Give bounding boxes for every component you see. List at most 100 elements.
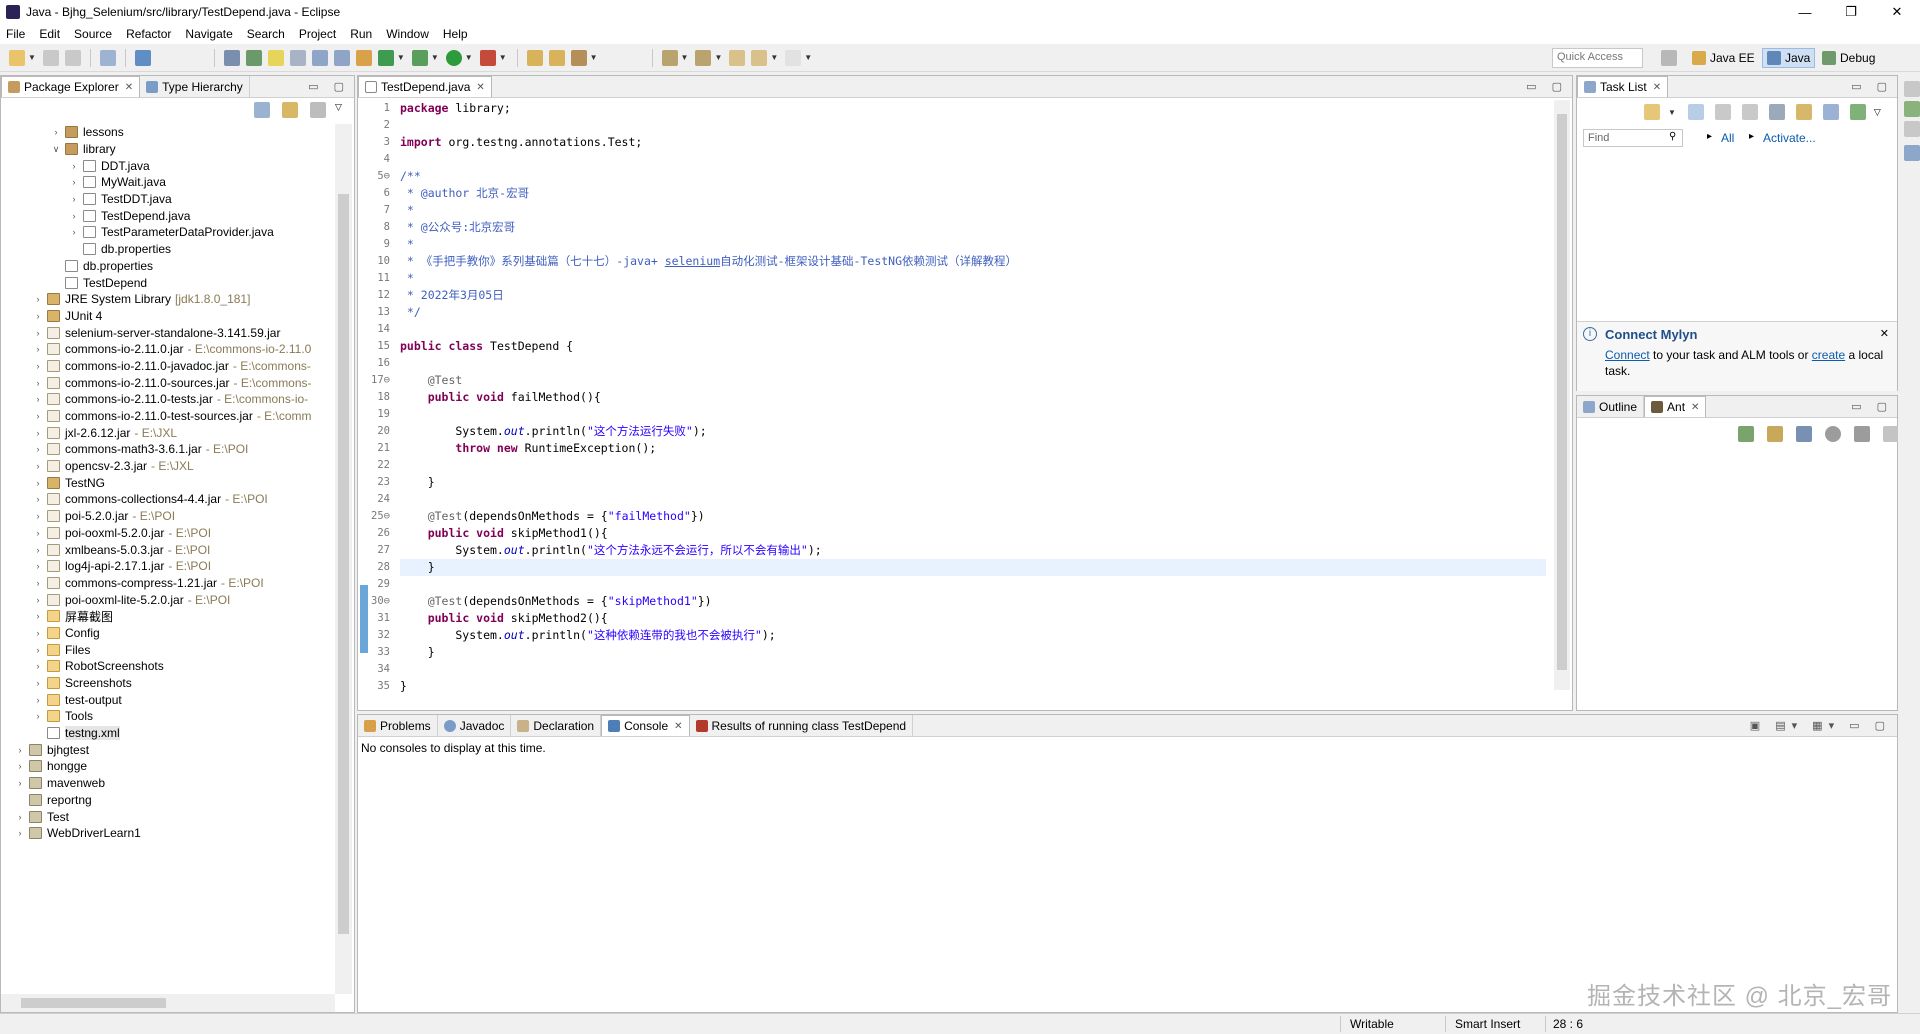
code-line[interactable]: package library; [400, 100, 1546, 117]
word-wrap-icon[interactable] [289, 49, 306, 66]
minimized-view-icon[interactable] [1904, 121, 1920, 137]
tree-item[interactable]: TestDepend [1, 274, 335, 291]
code-line[interactable] [400, 457, 1546, 474]
link-editor-icon[interactable] [282, 102, 298, 118]
menu-run[interactable]: Run [350, 27, 372, 41]
new-package-icon[interactable] [355, 49, 372, 66]
tree-item[interactable]: › lessons [1, 124, 335, 141]
scrollbar-thumb[interactable] [1557, 114, 1567, 670]
tree-item[interactable]: › Screenshots [1, 675, 335, 692]
code-line[interactable]: * [400, 270, 1546, 287]
chevron-down-icon[interactable]: ▼ [714, 53, 722, 62]
tab-task-list[interactable]: Task List ✕ [1577, 76, 1669, 97]
open-console-icon[interactable] [134, 49, 151, 66]
close-icon[interactable]: ✕ [476, 82, 484, 93]
tab-testng-results[interactable]: Results of running class TestDepend [690, 715, 914, 736]
save-icon[interactable] [42, 49, 59, 66]
expand-arrow-icon[interactable]: › [69, 211, 79, 221]
menu-edit[interactable]: Edit [39, 27, 60, 41]
menu-project[interactable]: Project [299, 27, 336, 41]
activate-link[interactable]: Activate... [1763, 131, 1816, 145]
code-line[interactable]: System.out.println("这个方法永远不会运行，所以不会有输出")… [400, 542, 1546, 559]
code-line[interactable] [400, 321, 1546, 338]
tree-item[interactable]: › commons-io-2.11.0-sources.jar - E:\commo… [1, 374, 335, 391]
search-icon[interactable] [570, 49, 587, 66]
code-line[interactable]: * @author 北京-宏哥 [400, 185, 1546, 202]
expand-arrow-icon[interactable]: › [15, 745, 25, 755]
expand-arrow-icon[interactable]: › [33, 628, 43, 638]
tree-item[interactable]: › commons-math3-3.6.1.jar - E:\POI [1, 441, 335, 458]
expand-arrow-icon[interactable]: › [33, 461, 43, 471]
tree-item[interactable]: › Files [1, 641, 335, 658]
tree-item[interactable]: › DDT.java [1, 157, 335, 174]
tab-ant[interactable]: Ant ✕ [1644, 396, 1707, 417]
tree-item[interactable]: › poi-ooxml-5.2.0.jar - E:\POI [1, 525, 335, 542]
close-icon[interactable]: ✕ [125, 82, 133, 93]
tab-javadoc[interactable]: Javadoc [438, 715, 512, 736]
tree-item[interactable]: › Test [1, 808, 335, 825]
perspective-java[interactable]: Java [1762, 48, 1816, 68]
search-icon[interactable]: ⚲ [1669, 131, 1676, 142]
open-type-icon[interactable] [526, 49, 543, 66]
tree-item[interactable]: › bjhgtest [1, 741, 335, 758]
expand-arrow-icon[interactable]: › [33, 478, 43, 488]
code-line[interactable] [400, 117, 1546, 134]
expand-arrow-icon[interactable]: › [33, 494, 43, 504]
expand-arrow-icon[interactable]: › [33, 578, 43, 588]
expand-arrow-icon[interactable]: › [33, 645, 43, 655]
expand-arrow-icon[interactable]: › [33, 595, 43, 605]
tab-problems[interactable]: Problems [358, 715, 438, 736]
chevron-down-icon[interactable]: ▼ [681, 53, 689, 62]
print-icon[interactable] [99, 49, 116, 66]
back-icon[interactable] [751, 49, 768, 66]
create-link[interactable]: create [1812, 348, 1845, 362]
code-line[interactable] [400, 406, 1546, 423]
code-line[interactable] [400, 355, 1546, 372]
tree-item[interactable]: › test-output [1, 691, 335, 708]
tree-item[interactable]: › 屏幕截图 [1, 608, 335, 625]
menu-refactor[interactable]: Refactor [126, 27, 171, 41]
restore-icon[interactable] [1904, 81, 1920, 97]
menu-window[interactable]: Window [386, 27, 429, 41]
collapse-all-icon[interactable] [254, 102, 270, 118]
expand-arrow-icon[interactable]: › [33, 545, 43, 555]
code-line[interactable]: public void failMethod(){ [400, 389, 1546, 406]
view-minmax-icons[interactable]: ▭ ▢ [1851, 80, 1893, 93]
menu-source[interactable]: Source [74, 27, 112, 41]
expand-arrow-icon[interactable]: › [15, 778, 25, 788]
filter-icon[interactable] [1768, 104, 1785, 120]
expand-arrow-icon[interactable]: › [33, 511, 43, 521]
tree-item[interactable]: › TestNG [1, 474, 335, 491]
view-menu-icon[interactable]: ▽ [1874, 107, 1881, 118]
code-line[interactable]: } [400, 559, 1546, 576]
tree-item[interactable]: db.properties [1, 258, 335, 275]
code-line[interactable]: * 《手把手教你》系列基础篇（七十七）-java+ selenium自动化测试-… [400, 253, 1546, 270]
expand-arrow-icon[interactable]: › [15, 812, 25, 822]
chevron-down-icon[interactable]: ▼ [499, 53, 507, 62]
open-task-icon[interactable] [548, 49, 565, 66]
code-line[interactable] [400, 661, 1546, 678]
tree-item[interactable]: › mavenweb [1, 775, 335, 792]
mark-occurrences-icon[interactable] [267, 49, 284, 66]
tab-type-hierarchy[interactable]: Type Hierarchy [140, 76, 250, 97]
code-line[interactable]: @Test [400, 372, 1546, 389]
code-line[interactable]: */ [400, 304, 1546, 321]
tab-testdepend-java[interactable]: TestDepend.java ✕ [358, 76, 492, 97]
expand-arrow-icon[interactable]: › [69, 194, 79, 204]
tree-item[interactable]: › TestDDT.java [1, 191, 335, 208]
close-button[interactable]: ✕ [1874, 0, 1920, 24]
hscrollbar-thumb[interactable] [21, 998, 166, 1008]
editor-scrollbar[interactable] [1554, 100, 1570, 690]
perspective-java-ee[interactable]: Java EE [1688, 48, 1759, 68]
package-tree-hscrollbar[interactable] [1, 994, 335, 1012]
show-whitespace-icon[interactable] [333, 49, 350, 66]
tree-item[interactable]: › commons-collections4-4.4.jar - E:\POI [1, 491, 335, 508]
tab-console[interactable]: Console ✕ [601, 715, 690, 736]
tab-declaration[interactable]: Declaration [511, 715, 602, 736]
tree-item[interactable]: › xmlbeans-5.0.3.jar - E:\POI [1, 541, 335, 558]
open-perspective-icon[interactable] [1661, 50, 1677, 66]
tree-item[interactable]: › poi-ooxml-lite-5.2.0.jar - E:\POI [1, 591, 335, 608]
tree-item[interactable]: ∨ library [1, 141, 335, 158]
tree-item[interactable]: › hongge [1, 758, 335, 775]
view-minmax-icons[interactable]: ▣ ▤▾ ▦▾ ▭ ▢ [1750, 719, 1891, 732]
